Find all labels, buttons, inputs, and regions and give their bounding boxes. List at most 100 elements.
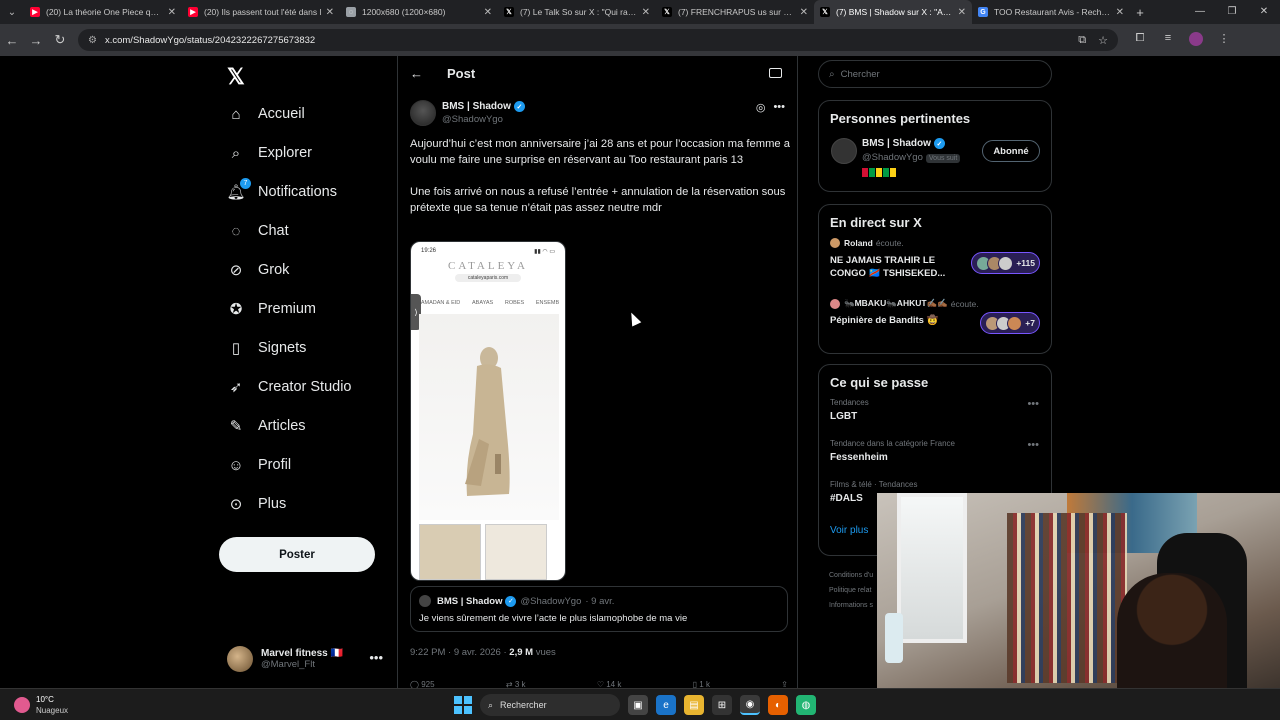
trend-item[interactable]: Tendance dans la catégorie France Fessen… bbox=[819, 439, 1051, 480]
trend-category: Films & télé · Tendances bbox=[830, 480, 918, 489]
forward-icon[interactable]: → bbox=[24, 33, 48, 48]
spotify-icon[interactable]: ◍ bbox=[796, 695, 816, 715]
minimize-icon[interactable]: — bbox=[1184, 0, 1216, 24]
relevant-person[interactable]: BMS | Shadow ✓ @ShadowYgo Vous suit Abonné bbox=[819, 134, 1051, 206]
extensions-icon[interactable]: ⧠ bbox=[1126, 32, 1154, 49]
nav-item-accueil[interactable]: ⌂ Accueil bbox=[227, 100, 304, 128]
chrome-icon[interactable]: ◉ bbox=[740, 695, 760, 715]
post-media-image[interactable]: 19:26 ▮▮ ◠ ▭ CATALEYA cataleyaparis.com … bbox=[410, 241, 566, 581]
tab-close-icon[interactable]: ✕ bbox=[800, 7, 808, 18]
live-space[interactable]: Roland écoute. NE JAMAIS TRAHIR LE CONGO … bbox=[819, 238, 1051, 296]
x-logo-icon[interactable]: 𝕏 bbox=[227, 64, 245, 90]
address-bar[interactable]: ⚙ x.com/ShadowYgo/status/204232226727567… bbox=[78, 29, 1118, 51]
reload-icon[interactable]: ↻ bbox=[48, 32, 72, 48]
nav-item-profil[interactable]: ☺ Profil bbox=[227, 451, 291, 479]
search-placeholder: Chercher bbox=[840, 68, 880, 80]
relevant-name[interactable]: BMS | Shadow bbox=[862, 138, 931, 149]
rocket-icon: ➶ bbox=[229, 379, 243, 396]
tab-title: (20) La théorie One Piece qui e bbox=[46, 7, 164, 17]
taskbar-search[interactable]: ⌕ Rechercher bbox=[480, 694, 620, 716]
file-explorer-icon[interactable]: ▤ bbox=[684, 695, 704, 715]
footer-link[interactable]: Politique relat bbox=[829, 583, 873, 598]
browser-tab[interactable]: 𝕏 (7) FRENCHRAPUS us sur X : " ✕ bbox=[656, 0, 814, 24]
youtube-icon: ▶ bbox=[30, 7, 40, 17]
tab-search-icon[interactable]: ⌄ bbox=[0, 0, 24, 24]
search-input[interactable]: ⌕ Chercher bbox=[818, 60, 1052, 88]
nav-item-notifications[interactable]: 🔔︎ 7 Notifications bbox=[226, 178, 337, 206]
author-name[interactable]: BMS | Shadow bbox=[442, 101, 511, 112]
tab-close-icon[interactable]: ✕ bbox=[484, 7, 492, 18]
maximize-icon[interactable]: ❐ bbox=[1216, 0, 1248, 24]
browser-tab[interactable]: ▶ (20) Ils passent tout l'été dans l ✕ bbox=[182, 0, 340, 24]
search-icon: ⌕ bbox=[829, 68, 835, 80]
reader-icon[interactable] bbox=[769, 68, 782, 78]
nav-item-grok[interactable]: ⊘ Grok bbox=[227, 256, 290, 284]
account-more-icon[interactable]: ••• bbox=[369, 650, 383, 665]
listeners-pill[interactable]: +7 bbox=[980, 312, 1040, 334]
relevant-avatar[interactable] bbox=[831, 138, 857, 164]
nav-item-chat[interactable]: ◌ Chat bbox=[227, 217, 289, 245]
bookmark-star-icon[interactable]: ☆ bbox=[1098, 34, 1108, 47]
edge-icon[interactable]: e bbox=[656, 695, 676, 715]
chrome-menu-icon[interactable]: ⋮ bbox=[1210, 32, 1238, 49]
browser-tab[interactable]: ◌ 1200x680 (1200×680) ✕ bbox=[340, 0, 498, 24]
window-controls: — ❐ ✕ bbox=[1184, 0, 1280, 24]
account-avatar bbox=[227, 646, 253, 672]
tab-close-icon[interactable]: ✕ bbox=[1116, 7, 1124, 18]
quoted-post[interactable]: BMS | Shadow ✓ @ShadowYgo · 9 avr. Je vi… bbox=[410, 586, 788, 632]
firefox-icon[interactable]: ◐ bbox=[768, 695, 788, 715]
listener-count: +7 bbox=[1025, 318, 1035, 328]
nav-item-plus[interactable]: ⊙ Plus bbox=[227, 490, 287, 518]
trend-more-icon[interactable]: ••• bbox=[1027, 439, 1039, 451]
task-view-icon[interactable]: ▣ bbox=[628, 695, 648, 715]
footer-link[interactable]: Conditions d'u bbox=[829, 568, 873, 583]
grok-icon[interactable]: ◎ bbox=[756, 101, 766, 114]
listeners-pill[interactable]: +115 bbox=[971, 252, 1040, 274]
live-status: écoute. bbox=[950, 298, 979, 309]
author-handle[interactable]: @ShadowYgo bbox=[442, 114, 525, 125]
new-tab-button[interactable]: + bbox=[1130, 5, 1150, 20]
live-title: En direct sur X bbox=[830, 215, 922, 230]
store-icon[interactable]: ⊞ bbox=[712, 695, 732, 715]
weather-widget[interactable]: 10°C Nuageux bbox=[14, 694, 68, 716]
tab-close-icon[interactable]: ✕ bbox=[326, 7, 334, 18]
follow-button[interactable]: Abonné bbox=[982, 140, 1040, 162]
nav-item-creator-studio[interactable]: ➶ Creator Studio bbox=[227, 373, 352, 401]
install-icon[interactable]: ⧉ bbox=[1078, 34, 1086, 47]
bookmark-icon: ▯ bbox=[231, 340, 241, 357]
windows-start-icon[interactable] bbox=[454, 696, 472, 714]
browser-tab[interactable]: 𝕏 (7) BMS | Shadow sur X : "Aujou ✕ bbox=[814, 0, 972, 24]
live-space[interactable]: 🐜MBAKU🐜AHKUT✍🏾✍🏾 écoute. Pépinière de Ban… bbox=[819, 298, 1051, 356]
tab-close-icon[interactable]: ✕ bbox=[958, 7, 966, 18]
account-switcher[interactable]: Marvel fitness 🇫🇷 @Marvel_Flt ••• bbox=[227, 642, 395, 676]
nav-item-signets[interactable]: ▯ Signets bbox=[227, 334, 307, 362]
close-window-icon[interactable]: ✕ bbox=[1248, 0, 1280, 24]
author-avatar[interactable] bbox=[410, 100, 436, 126]
nav-item-explorer[interactable]: ⌕ Explorer bbox=[227, 139, 312, 167]
nav-item-articles[interactable]: ✎ Articles bbox=[227, 412, 306, 440]
timestamp-text[interactable]: 9:22 PM · 9 avr. 2026 · bbox=[410, 647, 507, 658]
post-button[interactable]: Poster bbox=[219, 537, 375, 572]
profile-avatar[interactable] bbox=[1182, 31, 1210, 49]
views-label: vues bbox=[535, 647, 556, 658]
notification-badge: 7 bbox=[240, 178, 251, 189]
back-icon[interactable]: ← bbox=[0, 33, 24, 48]
tab-close-icon[interactable]: ✕ bbox=[168, 7, 176, 18]
footer-link[interactable]: Informations s bbox=[829, 598, 873, 613]
nav-item-premium[interactable]: ✪ Premium bbox=[227, 295, 316, 323]
browser-tab[interactable]: ▶ (20) La théorie One Piece qui e ✕ bbox=[24, 0, 182, 24]
browser-tab[interactable]: 𝕏 (7) Le Talk So sur X : "Qui rap le ✕ bbox=[498, 0, 656, 24]
media-menu-item: ROBES bbox=[504, 300, 525, 306]
back-arrow-icon[interactable]: ← bbox=[410, 66, 423, 81]
browser-tab[interactable]: G TOO Restaurant Avis - Recherch ✕ bbox=[972, 0, 1130, 24]
post-more-icon[interactable]: ••• bbox=[773, 101, 785, 114]
trend-more-icon[interactable]: ••• bbox=[1027, 398, 1039, 410]
host-name: Roland bbox=[844, 238, 873, 248]
trend-item[interactable]: Tendances LGBT ••• bbox=[819, 398, 1051, 439]
media-icon[interactable]: ≡ bbox=[1154, 32, 1182, 49]
page-title: Post bbox=[447, 66, 476, 81]
tab-close-icon[interactable]: ✕ bbox=[642, 7, 650, 18]
site-info-icon[interactable]: ⚙ bbox=[88, 35, 97, 46]
media-menu-item: ENSEMB bbox=[535, 300, 560, 306]
post-author[interactable]: BMS | Shadow ✓ @ShadowYgo bbox=[410, 100, 525, 126]
